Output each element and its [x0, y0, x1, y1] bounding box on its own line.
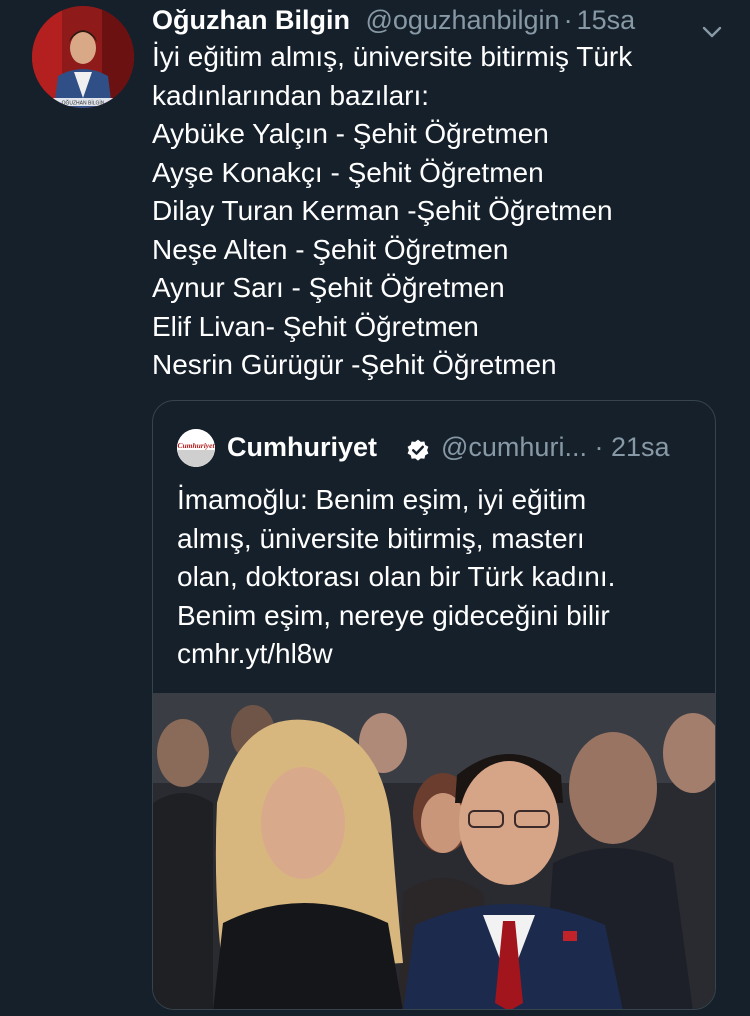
quoted-tweet-header: Cumhuriyet Cumhuriyet @cumhuri... · 21sa [177, 427, 699, 467]
quoted-tweet-photo[interactable] [153, 693, 715, 1009]
quoted-author-avatar[interactable]: Cumhuriyet [177, 429, 215, 467]
tweet-header: Oğuzhan Bilgin @oguzhanbilgin · 15sa [152, 2, 726, 38]
verified-badge-icon [405, 435, 431, 475]
separator-dot: · [594, 432, 604, 462]
avatar-photo: OĞUZHAN BİLGİN [32, 6, 134, 108]
quoted-meta: @cumhuri... · 21sa [441, 427, 670, 467]
tweet-text-line: Elif Livan- Şehit Öğretmen [152, 310, 479, 342]
quoted-tweet-text: İmamoğlu: Benim eşim, iyi eğitim almış, … [177, 481, 697, 674]
quoted-text-line: almış, üniversite bitirmiş, masterı [177, 522, 585, 554]
quoted-text-line: İmamoğlu: Benim eşim, iyi eğitim [177, 484, 587, 515]
tweet-text: İyi eğitim almış, üniversite bitirmiş Tü… [152, 38, 732, 385]
separator-dot: · [563, 5, 573, 35]
quoted-author-handle[interactable]: @cumhuri... [441, 432, 587, 462]
tweet-text-line: Aybüke Yalçın - Şehit Öğretmen [152, 118, 549, 149]
tweet-text-line: Dilay Turan Kerman -Şehit Öğretmen [152, 195, 613, 226]
quoted-tweet-card[interactable]: Cumhuriyet Cumhuriyet @cumhuri... · 21sa… [152, 400, 716, 1010]
tweet-text-line: Ayşe Konakçı - Şehit Öğretmen [152, 156, 544, 188]
tweet-text-line: Neşe Alten - Şehit Öğretmen [152, 233, 509, 265]
avatar-caption: OĞUZHAN BİLGİN [62, 100, 105, 107]
tweet-text-line: Nesrin Gürügür -Şehit Öğretmen [152, 349, 557, 380]
news-photo [153, 693, 715, 1009]
quoted-author-name[interactable]: Cumhuriyet [227, 427, 377, 467]
quoted-timestamp[interactable]: 21sa [611, 432, 670, 462]
tweet-text-line: İyi eğitim almış, üniversite bitirmiş Tü… [152, 41, 633, 72]
quoted-link[interactable]: cmhr.yt/hl8w [177, 635, 697, 674]
author-name[interactable]: Oğuzhan Bilgin [152, 5, 350, 35]
tweet-text-line: Aynur Sarı - Şehit Öğretmen [152, 272, 505, 303]
tweet-timestamp[interactable]: 15sa [577, 5, 636, 35]
quoted-text-line: Benim eşim, nereye gideceğini bilir [177, 599, 610, 631]
quoted-text-line: olan, doktorası olan bir Türk kadını. [177, 561, 616, 592]
cumhuriyet-logo: Cumhuriyet [177, 429, 215, 467]
tweet-text-line: kadınlarından bazıları: [152, 79, 430, 111]
logo-text: Cumhuriyet [177, 441, 215, 450]
author-avatar[interactable]: OĞUZHAN BİLGİN [32, 6, 134, 108]
author-handle[interactable]: @oguzhanbilgin [366, 5, 560, 35]
